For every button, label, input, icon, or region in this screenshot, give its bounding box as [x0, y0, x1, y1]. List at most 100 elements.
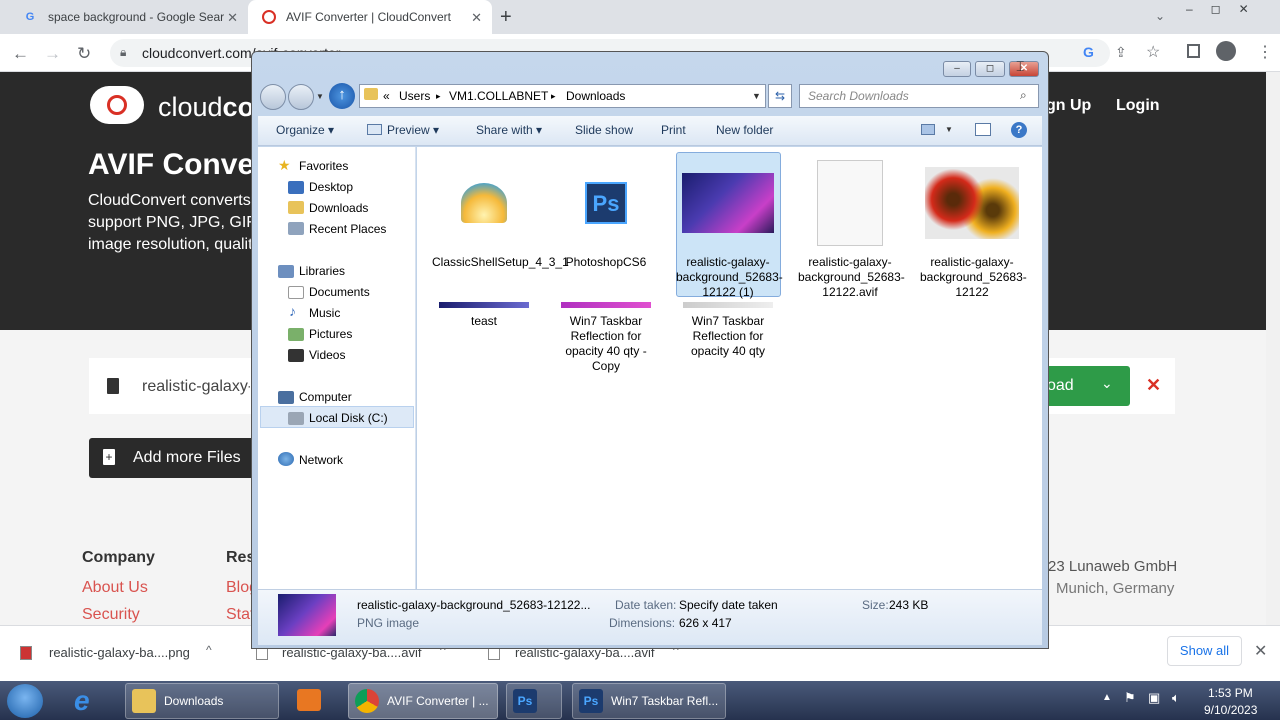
nav-local-disk[interactable]: Local Disk (C:) — [309, 411, 388, 425]
start-button[interactable] — [7, 684, 43, 718]
new-tab-button[interactable]: + — [500, 6, 512, 29]
tab-google-search[interactable]: G space background - Google Sear ✕ — [8, 0, 248, 34]
cloudconvert-logo-icon[interactable] — [90, 86, 144, 124]
refresh-icon[interactable]: ⇆ — [768, 84, 792, 108]
window-controls-icon[interactable]: –◻✕ — [1186, 2, 1267, 16]
nav-music[interactable]: Music — [309, 306, 340, 320]
breadcrumb-separator-icon[interactable]: ▸ — [436, 91, 441, 102]
view-options-icon[interactable] — [921, 124, 935, 135]
tray-expand-icon[interactable]: ▲ — [1102, 692, 1112, 703]
preview-pane-icon[interactable] — [975, 123, 991, 136]
png-file-icon — [20, 646, 32, 660]
show-all-button[interactable]: Show all — [1167, 636, 1242, 666]
up-folder-button[interactable]: ↑ — [329, 83, 355, 109]
remove-file-icon[interactable]: ✕ — [1146, 375, 1161, 396]
volume-icon[interactable]: 🔈︎ — [1172, 690, 1180, 706]
taskbar-photoshop[interactable]: Ps — [506, 683, 562, 719]
profile-avatar[interactable] — [1216, 41, 1236, 61]
nav-favorites[interactable]: Favorites — [299, 159, 348, 173]
page-scrollbar[interactable] — [1266, 72, 1280, 625]
breadcrumb-users[interactable]: Users — [399, 89, 430, 103]
share-with-menu[interactable]: Share with ▾ — [476, 123, 542, 137]
file-item[interactable]: Ps PhotoshopCS6 — [554, 155, 658, 270]
description-line: image resolution, quality — [88, 236, 253, 253]
nav-desktop[interactable]: Desktop — [309, 180, 353, 194]
nav-videos[interactable]: Videos — [309, 348, 345, 362]
bookmark-star-icon[interactable]: ☆ — [1146, 42, 1160, 62]
clock-date[interactable]: 9/10/2023 — [1204, 703, 1257, 717]
lock-icon[interactable]: 🔒︎ — [120, 45, 126, 60]
file-item[interactable]: realistic-galaxy-background_52683-12122 — [920, 155, 1027, 300]
slide-show-button[interactable]: Slide show — [575, 123, 633, 137]
file-item[interactable]: Win7 Taskbar Reflection for opacity 40 q… — [676, 302, 780, 359]
history-dropdown-icon[interactable]: ▼ — [316, 92, 324, 101]
nav-libraries[interactable]: Libraries — [299, 264, 345, 278]
taskbar-chrome[interactable]: AVIF Converter | ... — [348, 683, 498, 719]
breadcrumb-overflow[interactable]: « — [383, 89, 390, 103]
back-button[interactable] — [260, 84, 286, 110]
share-icon[interactable]: ⇪ — [1115, 44, 1127, 61]
network-icon[interactable]: ▣ — [1148, 690, 1160, 706]
footer-link-about[interactable]: About Us — [82, 579, 148, 597]
nav-downloads[interactable]: Downloads — [309, 201, 368, 215]
tab-close-icon[interactable]: ✕ — [471, 10, 482, 26]
action-center-icon[interactable]: ⚑ — [1124, 690, 1136, 706]
login-link[interactable]: Login — [1116, 97, 1160, 115]
side-panel-icon[interactable] — [1187, 44, 1200, 58]
taskbar-explorer[interactable]: Downloads — [125, 683, 279, 719]
internet-explorer-icon[interactable]: e — [74, 685, 90, 717]
footer-link-blog[interactable]: Blog — [226, 579, 251, 597]
nav-network[interactable]: Network — [299, 453, 343, 467]
breadcrumb-separator-icon[interactable]: ▸ — [551, 91, 556, 102]
chevron-down-icon[interactable]: ⌄ — [1101, 375, 1113, 392]
view-dropdown-icon[interactable]: ▼ — [945, 125, 953, 134]
clock-time[interactable]: 1:53 PM — [1208, 686, 1253, 700]
file-item[interactable]: Win7 Taskbar Reflection for opacity 40 q… — [554, 302, 658, 374]
address-dropdown-icon[interactable]: ▼ — [752, 91, 761, 101]
print-button[interactable]: Print — [661, 123, 686, 137]
taskbar-label: Win7 Taskbar Refl... — [611, 694, 719, 708]
organize-menu[interactable]: Organize ▾ — [276, 123, 334, 137]
media-player-icon[interactable] — [297, 689, 321, 711]
maximize-button[interactable]: ◻ — [975, 61, 1005, 77]
network-globe-icon — [278, 452, 294, 466]
back-arrow-icon[interactable]: ← — [12, 44, 29, 64]
taskbar-photoshop-doc[interactable]: Ps Win7 Taskbar Refl... — [572, 683, 726, 719]
google-lens-icon[interactable]: G — [1083, 44, 1094, 60]
menu-kebab-icon[interactable]: ⋮ — [1257, 42, 1273, 62]
explorer-search-input[interactable]: Search Downloads — [799, 84, 1039, 108]
file-icon — [107, 378, 119, 394]
file-item[interactable]: ClassicShellSetup_4_3_1 — [432, 155, 569, 270]
logo-text[interactable]: cloudco — [158, 92, 254, 123]
file-name: realistic-galaxy-background_52683-12122.… — [798, 255, 905, 299]
minimize-button[interactable]: – — [943, 61, 971, 77]
nav-pictures[interactable]: Pictures — [309, 327, 352, 341]
file-item-selected[interactable]: realistic-galaxy-background_52683-12122 … — [676, 155, 783, 300]
breadcrumb-vm1[interactable]: VM1.COLLABNET — [449, 89, 548, 103]
add-more-files-button[interactable]: + Add more Files — [89, 438, 254, 478]
download-button[interactable]: oad ⌄ — [1045, 366, 1130, 406]
close-shelf-icon[interactable]: ✕ — [1254, 641, 1267, 661]
footer-link-security[interactable]: Security — [82, 606, 140, 624]
breadcrumb-downloads[interactable]: Downloads — [566, 89, 625, 103]
tab-search-chevron-icon[interactable]: ⌄ — [1155, 9, 1165, 23]
nav-recent-places[interactable]: Recent Places — [309, 222, 386, 236]
preview-menu[interactable]: Preview ▾ — [387, 123, 439, 137]
tab-close-icon[interactable]: ✕ — [227, 10, 238, 26]
details-date-value[interactable]: Specify date taken — [679, 598, 778, 612]
download-item[interactable]: realistic-galaxy-ba....png — [49, 645, 190, 660]
footer-link-status[interactable]: Stat — [226, 606, 251, 624]
forward-button[interactable] — [288, 84, 314, 110]
file-item[interactable]: realistic-galaxy-background_52683-12122.… — [798, 155, 905, 300]
search-icon[interactable]: ⌕ — [1020, 88, 1027, 103]
help-icon[interactable]: ? — [1011, 122, 1027, 138]
nav-computer[interactable]: Computer — [299, 390, 352, 404]
forward-arrow-icon[interactable]: → — [44, 44, 61, 64]
file-item[interactable]: teast — [432, 302, 536, 329]
signup-link[interactable]: gn Up — [1046, 97, 1091, 115]
chevron-up-icon[interactable]: ^ — [206, 643, 212, 657]
nav-documents[interactable]: Documents — [309, 285, 370, 299]
reload-icon[interactable]: ↻ — [77, 44, 91, 64]
tab-avif-converter[interactable]: AVIF Converter | CloudConvert ✕ — [248, 0, 492, 34]
new-folder-button[interactable]: New folder — [716, 123, 773, 137]
